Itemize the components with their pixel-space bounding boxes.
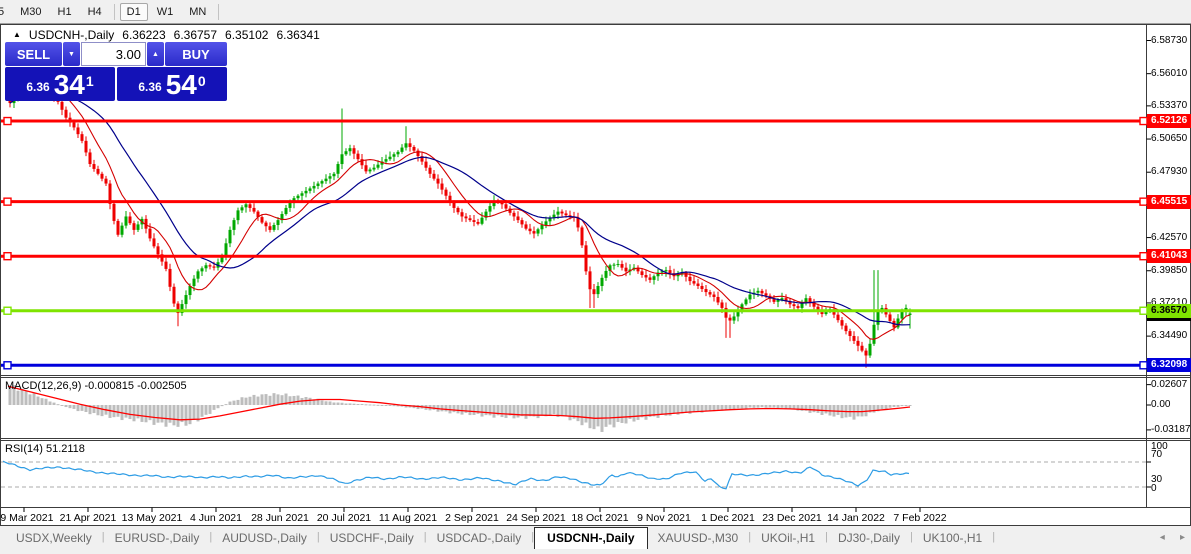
rsi-indicator-label: RSI(14) 51.2118: [5, 443, 85, 455]
macd-values: -0.000815 -0.002505: [84, 380, 186, 392]
macd-histogram: [8, 385, 912, 432]
price-axis-label: 6.58730: [1151, 35, 1187, 46]
buy-price-big: 54: [166, 71, 197, 99]
price-axis-label: 6.56010: [1151, 68, 1187, 79]
tab-scroll-arrows: ◂ ▸: [1148, 532, 1185, 543]
chart-tab-bar: USDX,Weekly|EURUSD-,Daily|AUDUSD-,Daily|…: [0, 527, 1191, 550]
volume-input[interactable]: [81, 42, 146, 66]
tab-scroll-left-icon[interactable]: ◂: [1160, 532, 1165, 543]
mt4-terminal: 5M30H1H4 D1W1MN ▲ USDCNH-,Daily 6.36223 6…: [0, 0, 1191, 554]
price-badge: 6.32098: [1147, 358, 1191, 372]
chart-symbol-label: USDCNH-,Daily: [29, 28, 114, 42]
timeframe-button-mn[interactable]: MN: [182, 3, 213, 21]
timeframe-button-h4[interactable]: H4: [81, 3, 109, 21]
price-badge: 6.45515: [1147, 195, 1191, 209]
level-line-handle[interactable]: [4, 362, 11, 369]
timeframe-button-5[interactable]: 5: [0, 3, 11, 21]
ma-slow-line: [10, 90, 910, 325]
sell-price-box[interactable]: 6.36 34 1: [5, 67, 115, 101]
rsi-name: RSI(14): [5, 443, 43, 455]
toolbar-separator: [114, 4, 115, 20]
volume-decrease-button[interactable]: ▼: [63, 42, 80, 66]
chart-title: ▲ USDCNH-,Daily 6.36223 6.36757 6.35102 …: [13, 28, 320, 42]
price-badge: 6.36570: [1147, 304, 1191, 318]
buy-price-box[interactable]: 6.36 54 0: [117, 67, 227, 101]
sell-price-big: 34: [54, 71, 85, 99]
level-line-handle[interactable]: [4, 253, 11, 260]
rsi-value: 51.2118: [46, 443, 85, 455]
chart-tab-audusd[interactable]: AUDUSD-,Daily: [212, 527, 317, 549]
chart-tab-ukoil[interactable]: UKOil-,H1: [751, 527, 825, 549]
level-line-handle[interactable]: [1140, 307, 1147, 314]
timeframe-button-w1[interactable]: W1: [150, 3, 181, 21]
price-axis-label: 6.50650: [1151, 133, 1187, 144]
rsi-axis-label: 0: [1151, 483, 1157, 494]
tab-separator: |: [992, 527, 995, 549]
price-axis-label: 6.53370: [1151, 100, 1187, 111]
macd-indicator-label: MACD(12,26,9) -0.000815 -0.002505: [5, 380, 187, 392]
macd-axis-label: 0.02607: [1151, 379, 1187, 390]
price-axis-label: 6.39850: [1151, 265, 1187, 276]
level-line-handle[interactable]: [1140, 118, 1147, 125]
rsi-series: [3, 461, 909, 489]
level-line-handle[interactable]: [1140, 362, 1147, 369]
status-strip: [0, 549, 1191, 554]
level-line-handle[interactable]: [4, 118, 11, 125]
ohlc-close: 6.36341: [276, 28, 319, 42]
chart-tab-uk100[interactable]: UK100-,H1: [913, 527, 992, 549]
timeframe-button-d1[interactable]: D1: [120, 3, 148, 21]
buy-button[interactable]: BUY: [165, 42, 227, 66]
ohlc-low: 6.35102: [225, 28, 268, 42]
price-axis-label: 6.34490: [1151, 330, 1187, 341]
price-badge: 6.52126: [1147, 114, 1191, 128]
chart-tab-usdx[interactable]: USDX,Weekly: [6, 527, 102, 549]
timeframe-button-m30[interactable]: M30: [13, 3, 48, 21]
ohlc-high: 6.36757: [174, 28, 217, 42]
price-badge: 6.41043: [1147, 249, 1191, 263]
level-line-handle[interactable]: [4, 198, 11, 205]
level-line-handle[interactable]: [1140, 253, 1147, 260]
date-axis-label: 7 Feb 2022: [882, 512, 958, 524]
level-line-handle[interactable]: [1140, 198, 1147, 205]
level-line-handle[interactable]: [4, 307, 11, 314]
buy-price-prefix: 6.36: [138, 80, 161, 94]
sell-price-prefix: 6.36: [26, 80, 49, 94]
macd-name: MACD(12,26,9): [5, 380, 81, 392]
buy-price-sup: 0: [198, 73, 206, 89]
macd-axis-label: -0.031872: [1151, 424, 1191, 435]
chart-tab-usdcad[interactable]: USDCAD-,Daily: [427, 527, 532, 549]
timeframe-toolbar: 5M30H1H4 D1W1MN: [0, 0, 1191, 24]
rsi-line: [3, 461, 909, 489]
candlestick-series: [9, 76, 912, 367]
trade-controls-row: SELL ▼ ▲ BUY: [5, 42, 227, 66]
toolbar-separator: [218, 4, 219, 20]
sell-price-sup: 1: [86, 73, 94, 89]
volume-increase-button[interactable]: ▲: [147, 42, 164, 66]
chart-tab-eurusd[interactable]: EURUSD-,Daily: [105, 527, 210, 549]
price-axis-label: 6.42570: [1151, 232, 1187, 243]
trade-prices-row: 6.36 34 1 6.36 54 0: [5, 67, 227, 101]
one-click-trading-panel: SELL ▼ ▲ BUY 6.36 34 1 6.36 54 0: [5, 42, 227, 102]
price-axis-label: 6.47930: [1151, 166, 1187, 177]
ohlc-open: 6.36223: [122, 28, 165, 42]
chart-tab-xauusd[interactable]: XAUUSD-,M30: [648, 527, 749, 549]
chart-tab-usdcnh[interactable]: USDCNH-,Daily: [534, 527, 647, 549]
timeframe-button-h1[interactable]: H1: [51, 3, 79, 21]
macd-axis-label: 0.00: [1151, 399, 1170, 410]
rsi-axis-label: 70: [1151, 449, 1162, 460]
sell-button[interactable]: SELL: [5, 42, 62, 66]
tab-scroll-right-icon[interactable]: ▸: [1180, 532, 1185, 543]
chart-tab-usdchf[interactable]: USDCHF-,Daily: [320, 527, 424, 549]
chart-tab-dj30[interactable]: DJ30-,Daily: [828, 527, 910, 549]
ma-fast-line: [10, 88, 910, 339]
collapse-triangle-icon[interactable]: ▲: [13, 30, 21, 39]
